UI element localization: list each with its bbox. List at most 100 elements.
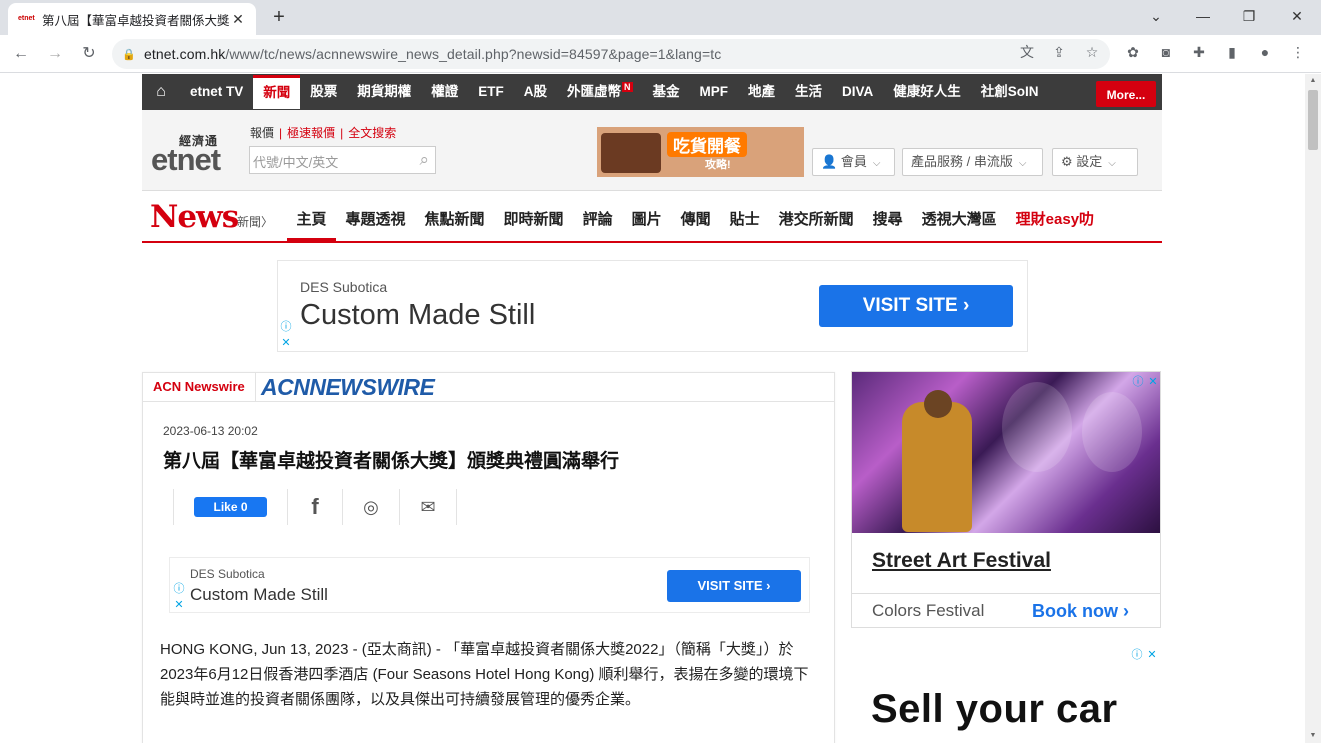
tab-search-icon[interactable]: ⌄	[1141, 4, 1171, 28]
vertical-scrollbar[interactable]: ▲ ▼	[1305, 74, 1321, 743]
side-ad-sell-car[interactable]: ⓘ ✕ Sell your car	[851, 645, 1161, 743]
news-logo[interactable]: News	[150, 199, 239, 235]
nav-forex-label: 外匯虛幣	[567, 84, 622, 99]
ad-close-icon[interactable]: ✕	[172, 598, 186, 612]
top-ad-banner[interactable]: DES Subotica Custom Made Still VISIT SIT…	[277, 260, 1028, 352]
nav-futures[interactable]: 期貨期權	[347, 74, 421, 110]
inline-visit-site-button[interactable]: VISIT SITE ›	[667, 570, 801, 602]
tab-search[interactable]: 搜尋	[863, 191, 912, 241]
email-icon[interactable]: ✉	[420, 497, 435, 518]
nav-warrants[interactable]: 權證	[421, 74, 468, 110]
new-badge: N	[622, 82, 633, 92]
share-icon[interactable]: ⇪	[1049, 42, 1069, 62]
tab-features[interactable]: 專題透視	[336, 191, 415, 241]
link-quotes[interactable]: 報價	[250, 126, 274, 140]
nav-property[interactable]: 地產	[738, 74, 785, 110]
ad-close-icon[interactable]: ✕	[279, 336, 293, 350]
nav-lifestyle[interactable]: 生活	[785, 74, 832, 110]
forward-icon[interactable]: →	[44, 43, 66, 65]
new-tab-button[interactable]: +	[268, 6, 290, 28]
ad-close-icon[interactable]: ✕	[1145, 648, 1159, 662]
translate-icon[interactable]: 文	[1017, 42, 1037, 62]
menu-icon[interactable]: ⋮	[1288, 42, 1308, 62]
nav-soin[interactable]: 社創SoIN	[971, 74, 1049, 110]
source-label[interactable]: ACN Newswire	[143, 373, 256, 401]
fb-like-button[interactable]: Like 0	[194, 497, 267, 517]
food-image	[601, 133, 661, 173]
tab-hkex-news[interactable]: 港交所新聞	[769, 191, 863, 241]
tab-gba[interactable]: 透視大灣區	[912, 191, 1006, 241]
search-placeholder: 代號/中文/英文	[253, 155, 339, 170]
link-full-search[interactable]: 全文搜索	[348, 126, 396, 140]
etnet-logo[interactable]: etnet	[151, 142, 221, 178]
side-panel-icon[interactable]: ▮	[1222, 42, 1242, 62]
tab-instant[interactable]: 即時新聞	[494, 191, 573, 241]
member-dropdown[interactable]: 👤 會員 ⌵	[812, 148, 895, 176]
tab-commentary[interactable]: 評論	[573, 191, 622, 241]
profile-icon[interactable]: ●	[1255, 42, 1275, 62]
article-card: ACN Newswire ACNNEWSWIRE 2023-06-13 20:0…	[142, 372, 835, 743]
ad-info-icon[interactable]: ⓘ	[1130, 648, 1144, 662]
ad-info-icon[interactable]: ⓘ	[172, 582, 186, 596]
nav-forex[interactable]: 外匯虛幣 N	[557, 74, 643, 110]
email-share-cell: ✉	[400, 489, 457, 525]
browser-tab[interactable]: etnet 第八屆【華富卓越投資者關係大獎 ✕	[8, 3, 256, 35]
more-button[interactable]: More...	[1096, 81, 1156, 107]
nav-funds[interactable]: 基金	[643, 74, 690, 110]
home-icon[interactable]: ⌂	[142, 83, 180, 101]
scroll-up-icon[interactable]: ▲	[1305, 74, 1321, 88]
article-source-bar: ACN Newswire ACNNEWSWIRE	[143, 373, 834, 402]
scroll-down-icon[interactable]: ▼	[1305, 729, 1321, 743]
member-label: 會員	[840, 154, 867, 169]
facebook-share-cell: f	[288, 489, 343, 525]
ad-info-icon[interactable]: ⓘ	[1131, 375, 1145, 389]
extension-icon[interactable]: ✿	[1123, 42, 1143, 62]
nav-health[interactable]: 健康好人生	[883, 74, 971, 110]
tab-focus[interactable]: 焦點新聞	[415, 191, 494, 241]
bookmark-star-icon[interactable]: ☆	[1082, 42, 1102, 62]
ad-info-icon[interactable]: ⓘ	[279, 320, 293, 334]
nav-news[interactable]: 新聞	[253, 75, 301, 109]
nav-mpf[interactable]: MPF	[690, 74, 739, 110]
tab-pictures[interactable]: 圖片	[622, 191, 671, 241]
visit-site-button[interactable]: VISIT SITE ›	[819, 285, 1013, 327]
camera-icon[interactable]: ◙	[1156, 42, 1176, 62]
reload-icon[interactable]: ↻	[78, 43, 100, 65]
settings-label: 設定	[1076, 154, 1103, 169]
browser-toolbar: ← → ↻ 🔒 etnet.com.hk/www/tc/news/acnnews…	[0, 35, 1321, 73]
side-ad-title[interactable]: Street Art Festival	[872, 549, 1051, 573]
address-bar[interactable]: 🔒 etnet.com.hk/www/tc/news/acnnewswire_n…	[112, 39, 1110, 69]
tab-home[interactable]: 主頁	[287, 191, 337, 241]
close-window-button[interactable]: ✕	[1282, 4, 1312, 28]
search-input[interactable]: 代號/中文/英文 ⌕	[249, 146, 436, 174]
puzzle-icon[interactable]: ✚	[1189, 42, 1209, 62]
restore-button[interactable]: ❐	[1234, 4, 1264, 28]
inline-ad[interactable]: DES Subotica Custom Made Still VISIT SIT…	[169, 557, 810, 613]
side-ad-street-art[interactable]: ⓘ ✕ Street Art Festival Colors Festival …	[851, 371, 1161, 628]
tab-tips[interactable]: 貼士	[720, 191, 769, 241]
minimize-button[interactable]: —	[1188, 4, 1218, 28]
nav-etnet-tv[interactable]: etnet TV	[180, 74, 253, 110]
user-icon: 👤	[821, 154, 838, 169]
weibo-icon[interactable]: ◎	[363, 497, 379, 518]
tab-finance-easy[interactable]: 理財easy叻	[1006, 191, 1103, 241]
tab-title: 第八屆【華富卓越投資者關係大獎	[42, 13, 230, 28]
nav-stocks[interactable]: 股票	[300, 74, 347, 110]
promo-banner[interactable]: 吃貨開餐 攻略!	[597, 127, 804, 177]
nav-diva[interactable]: DIVA	[832, 74, 883, 110]
close-tab-icon[interactable]: ✕	[230, 11, 246, 28]
book-now-button[interactable]: Book now ›	[1032, 601, 1129, 622]
nav-a-shares[interactable]: A股	[514, 74, 557, 110]
tab-rumours[interactable]: 傳聞	[671, 191, 720, 241]
search-icon[interactable]: ⌕	[419, 150, 429, 170]
nav-etf[interactable]: ETF	[468, 74, 514, 110]
scrollbar-thumb[interactable]	[1308, 90, 1318, 150]
back-icon[interactable]: ←	[10, 43, 32, 65]
link-fast-quotes[interactable]: 極速報價	[287, 126, 335, 140]
ad-close-icon[interactable]: ✕	[1146, 375, 1160, 389]
promo-title: 吃貨開餐	[667, 132, 747, 157]
products-dropdown[interactable]: 產品服務 / 串流版 ⌵	[902, 148, 1043, 176]
url-path: /www/tc/news/acnnewswire_news_detail.php…	[225, 46, 722, 62]
facebook-icon[interactable]: f	[311, 494, 318, 520]
settings-dropdown[interactable]: ⚙ 設定 ⌵	[1052, 148, 1138, 176]
